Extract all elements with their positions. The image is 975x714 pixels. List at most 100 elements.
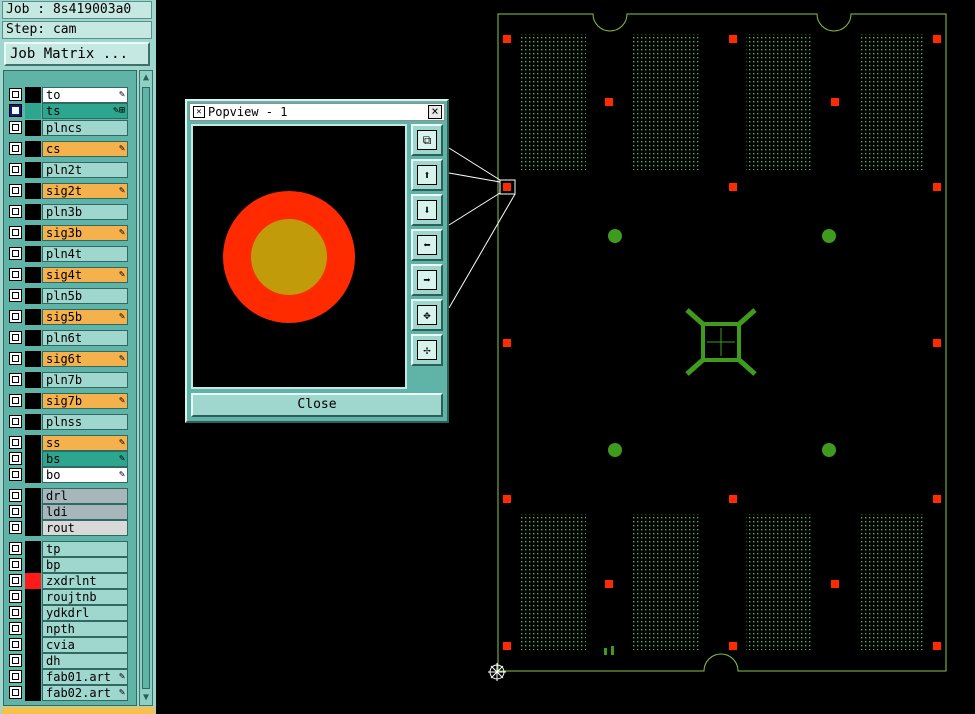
popview-title-bar[interactable]: ✕ Popview - 1 × [189,103,445,121]
layer-name[interactable]: dh [42,653,128,669]
layer-name[interactable]: pln7b [42,372,128,388]
layer-checkbox[interactable] [9,521,22,534]
layer-checkbox[interactable] [9,310,22,323]
layer-name[interactable]: fab01.art ✎ [42,669,128,685]
layer-name[interactable]: bp [42,557,128,573]
layer-name[interactable]: sig4t ✎ [42,267,128,283]
layer-name[interactable]: zxdrlnt [42,573,128,589]
layer-name[interactable]: bs ✎ [42,451,128,467]
layer-name[interactable]: ydkdrl [42,605,128,621]
layer-checkbox[interactable] [9,638,22,651]
layer-row-pln5b[interactable]: pln5b [8,288,130,304]
layer-row-bo[interactable]: bo ✎ [8,467,130,483]
pan-left-button[interactable]: ⬅ [411,229,443,261]
scroll-up-icon[interactable]: ▲ [141,72,151,84]
job-matrix-button[interactable]: Job Matrix ... [4,42,150,66]
layer-checkbox[interactable] [9,574,22,587]
layer-row-pln3b[interactable]: pln3b [8,204,130,220]
layer-row-npth[interactable]: npth [8,621,130,637]
layer-name[interactable]: ss ✎ [42,435,128,451]
layer-name[interactable]: ts ✎⊞ [42,103,128,119]
layer-checkbox[interactable] [9,352,22,365]
layer-checkbox[interactable] [9,590,22,603]
layer-checkbox[interactable] [9,373,22,386]
layer-checkbox[interactable] [9,505,22,518]
popview-viewport[interactable] [191,124,407,389]
layer-row-fab02.art[interactable]: fab02.art ✎ [8,685,130,701]
layer-row-sig5b[interactable]: sig5b ✎ [8,309,130,325]
layer-row-zxdrlnt[interactable]: zxdrlnt [8,573,130,589]
layer-checkbox[interactable] [9,205,22,218]
layer-row-pln2t[interactable]: pln2t [8,162,130,178]
layer-checkbox[interactable] [9,247,22,260]
layer-row-cs[interactable]: cs ✎ [8,141,130,157]
layer-row-pln6t[interactable]: pln6t [8,330,130,346]
layer-name[interactable]: tp [42,541,128,557]
layer-row-bs[interactable]: bs ✎ [8,451,130,467]
layer-name[interactable]: fab02.art ✎ [42,685,128,701]
pan-right-button[interactable]: ➡ [411,264,443,296]
layer-row-sig3b[interactable]: sig3b ✎ [8,225,130,241]
layer-name[interactable]: sig5b ✎ [42,309,128,325]
layer-checkbox[interactable] [9,542,22,555]
layer-row-ts[interactable]: ts ✎⊞ [8,103,130,119]
layer-name[interactable]: drl [42,488,128,504]
layer-name[interactable]: sig6t ✎ [42,351,128,367]
layer-checkbox[interactable] [9,226,22,239]
layer-name[interactable]: sig2t ✎ [42,183,128,199]
layer-row-sig2t[interactable]: sig2t ✎ [8,183,130,199]
zoom-out-button[interactable]: ✢ [411,334,443,366]
close-icon[interactable]: × [428,105,442,119]
popview-window[interactable]: ✕ Popview - 1 × ⧉ ⬆ ⬇ ⬅ ➡ ✥ ✢ Close [185,99,449,423]
layer-name[interactable]: pln3b [42,204,128,220]
layer-name[interactable]: bo ✎ [42,467,128,483]
layer-row-cvia[interactable]: cvia [8,637,130,653]
layer-row-sig6t[interactable]: sig6t ✎ [8,351,130,367]
layer-checkbox[interactable] [9,268,22,281]
layer-checkbox[interactable] [9,622,22,635]
pan-up-button[interactable]: ⬆ [411,159,443,191]
layer-checkbox[interactable] [9,331,22,344]
layer-checkbox[interactable] [9,104,22,117]
layer-row-tp[interactable]: tp [8,541,130,557]
layer-row-sig4t[interactable]: sig4t ✎ [8,267,130,283]
layer-checkbox[interactable] [9,184,22,197]
zoom-fit-button[interactable]: ⧉ [411,124,443,156]
layer-row-plnss[interactable]: plnss [8,414,130,430]
layer-row-pln4t[interactable]: pln4t [8,246,130,262]
layer-checkbox[interactable] [9,606,22,619]
pan-down-button[interactable]: ⬇ [411,194,443,226]
layer-scrollbar[interactable]: ▲ ▼ [139,70,153,706]
layer-row-roujtnb[interactable]: roujtnb [8,589,130,605]
layer-row-ldi[interactable]: ldi [8,504,130,520]
layer-row-drl[interactable]: drl [8,488,130,504]
layer-name[interactable]: npth [42,621,128,637]
close-button[interactable]: Close [191,393,443,417]
layer-row-rout[interactable]: rout [8,520,130,536]
layer-row-ss[interactable]: ss ✎ [8,435,130,451]
layer-name[interactable]: pln2t [42,162,128,178]
layer-name[interactable]: plnss [42,414,128,430]
layer-checkbox[interactable] [9,686,22,699]
scroll-down-icon[interactable]: ▼ [141,692,151,704]
layer-checkbox[interactable] [9,415,22,428]
layer-name[interactable]: ldi [42,504,128,520]
layer-checkbox[interactable] [9,142,22,155]
layer-name[interactable]: pln5b [42,288,128,304]
layer-name[interactable]: plncs [42,120,128,136]
layer-row-sig7b[interactable]: sig7b ✎ [8,393,130,409]
zoom-in-button[interactable]: ✥ [411,299,443,331]
layer-checkbox[interactable] [9,558,22,571]
window-menu-icon[interactable]: ✕ [193,106,205,118]
layer-checkbox[interactable] [9,88,22,101]
layer-checkbox[interactable] [9,489,22,502]
layer-row-dh[interactable]: dh [8,653,130,669]
layer-row-bp[interactable]: bp [8,557,130,573]
layer-checkbox[interactable] [9,289,22,302]
layer-name[interactable]: pln6t [42,330,128,346]
layer-checkbox[interactable] [9,121,22,134]
layer-list[interactable]: to ✎ ts ✎⊞ plncs cs ✎ pln2t sig2t ✎ pln3b sig3b ✎ pln… [3,70,137,706]
layer-name[interactable]: rout [42,520,128,536]
layer-checkbox[interactable] [9,654,22,667]
layer-checkbox[interactable] [9,394,22,407]
